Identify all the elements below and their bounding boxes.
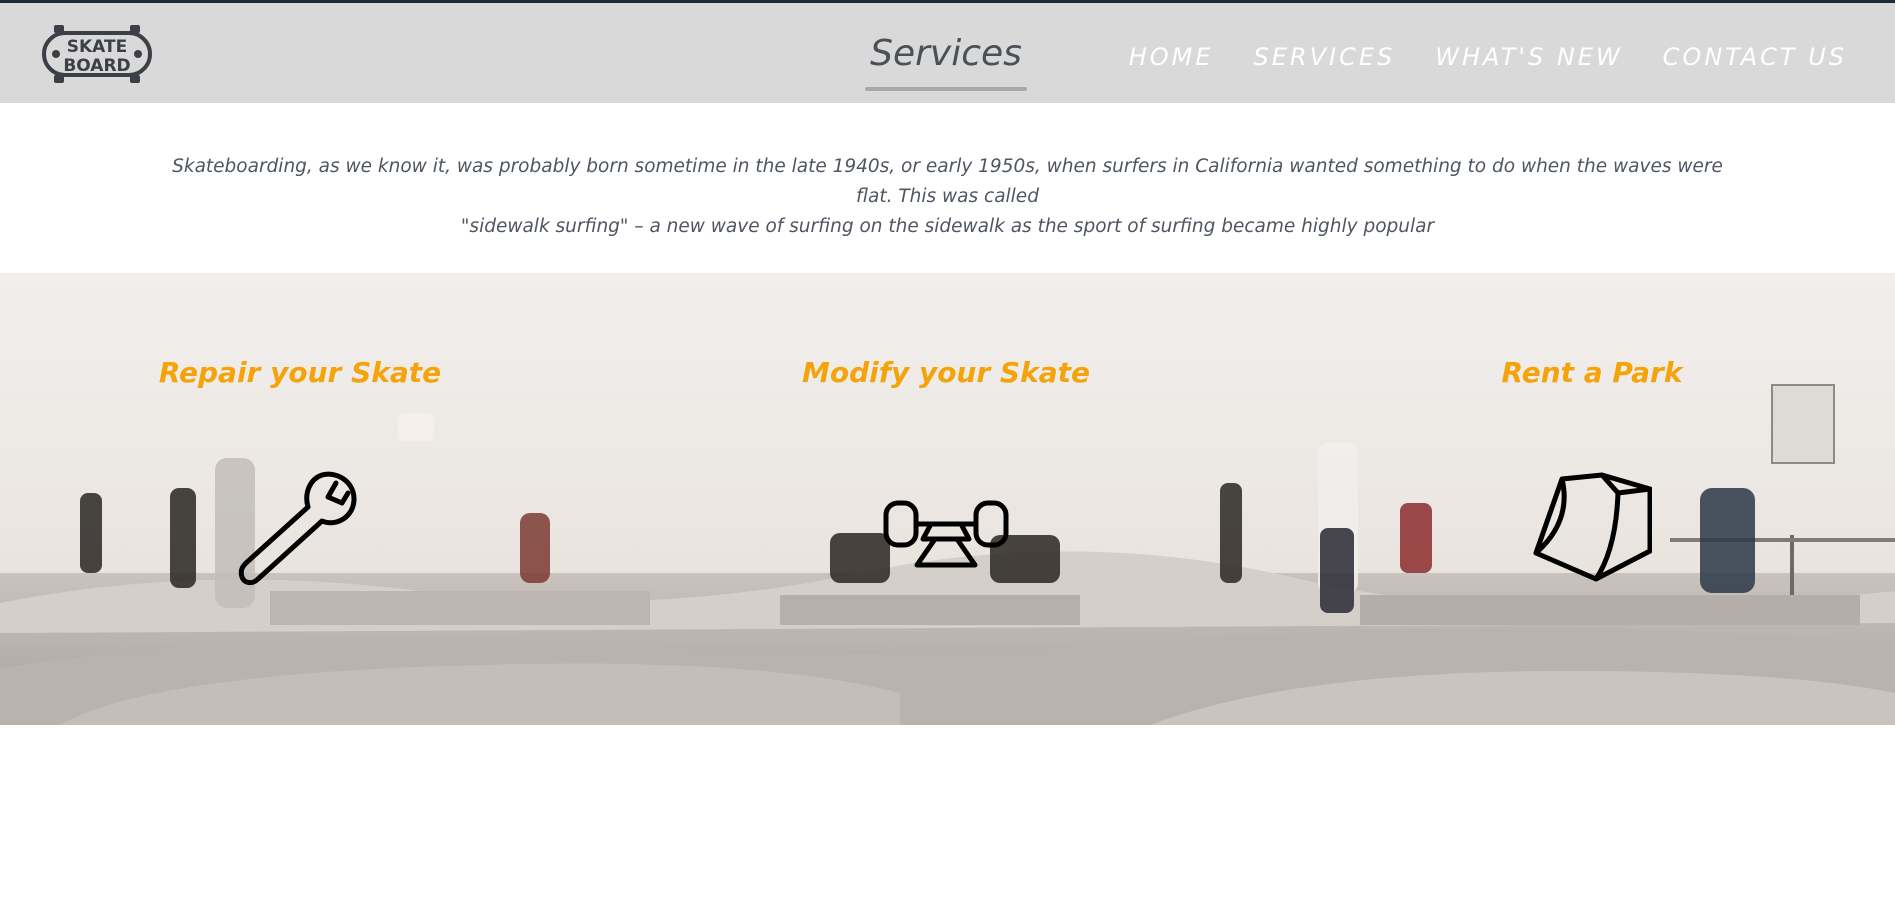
skate-truck-icon [883,500,1009,568]
logo-text-line1: SKATE [67,37,127,57]
intro-line-2: "sidewalk surfing" – a new wave of surfi… [460,216,1435,237]
nav-contact-us[interactable]: CONTACT US [1663,37,1847,77]
wrench-icon [238,471,357,586]
main-nav: HOME SERVICES WHAT'S NEW CONTACT US [1129,37,1847,77]
page-title-text: Services [870,33,1022,74]
skatepark-hero: Repair your Skate Modify your Skate Rent… [0,273,1895,725]
nav-whats-new[interactable]: WHAT'S NEW [1435,37,1622,77]
page-title: Services [865,31,1027,91]
site-header: SKATE BOARD Services HOME SERVICES WHAT'… [0,3,1895,103]
service-modify[interactable]: Modify your Skate [736,353,1156,393]
logo-text-line2: BOARD [63,56,130,76]
service-rent-park[interactable]: Rent a Park [1382,353,1802,393]
quarter-pipe-ramp-icon [1533,472,1652,582]
intro-line-1: Skateboarding, as we know it, was probab… [172,156,1723,207]
service-repair[interactable]: Repair your Skate [90,353,510,393]
intro-text: Skateboarding, as we know it, was probab… [170,152,1725,242]
page-title-underline [865,87,1027,91]
nav-services[interactable]: SERVICES [1254,37,1396,77]
service-repair-title: Repair your Skate [158,356,442,389]
nav-home[interactable]: HOME [1129,37,1214,77]
service-rent-park-title: Rent a Park [1501,356,1683,389]
skateboard-logo[interactable]: SKATE BOARD [42,25,152,83]
service-modify-title: Modify your Skate [802,356,1090,389]
